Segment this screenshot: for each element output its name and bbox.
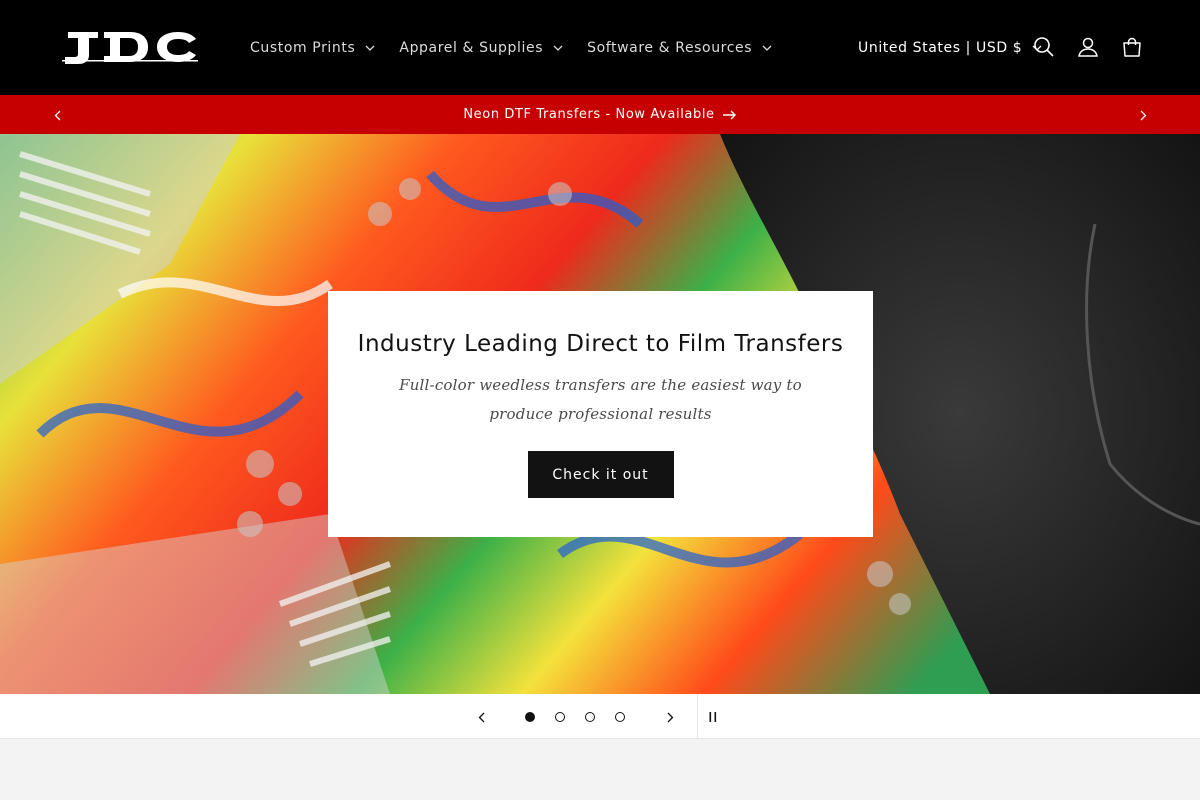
chevron-down-icon — [762, 45, 772, 51]
slide-next-button[interactable] — [658, 705, 682, 729]
announcement-next-button[interactable] — [1132, 104, 1154, 126]
chevron-down-icon — [365, 45, 375, 51]
arrow-right-icon — [722, 110, 736, 119]
main-nav: Custom Prints Apparel & Supplies Softwar… — [238, 0, 784, 95]
slide-prev-button[interactable] — [469, 705, 493, 729]
chevron-left-icon — [478, 712, 484, 722]
check-it-out-button[interactable]: Check it out — [527, 451, 674, 498]
chevron-right-icon — [1140, 110, 1146, 120]
announcement-link[interactable]: Neon DTF Transfers - Now Available — [0, 95, 1200, 134]
slide-dot-1[interactable] — [525, 712, 535, 722]
pause-icon — [709, 712, 717, 722]
chevron-down-icon — [553, 45, 563, 51]
search-icon — [1034, 37, 1054, 57]
nav-label: Software & Resources — [587, 39, 753, 56]
controls-divider — [697, 694, 698, 739]
account-button[interactable] — [1066, 25, 1110, 69]
nav-software-resources[interactable]: Software & Resources — [575, 40, 784, 56]
chevron-right-icon — [667, 712, 673, 722]
slide-dot-3[interactable] — [585, 712, 595, 722]
hero-subtitle: Full-color weedless transfers are the ea… — [399, 376, 802, 423]
slide-dot-4[interactable] — [615, 712, 625, 722]
announcement-text: Neon DTF Transfers - Now Available — [463, 107, 715, 122]
nav-label: Custom Prints — [250, 39, 356, 56]
slideshow-pause-button[interactable] — [701, 705, 725, 729]
hero-content-card: Industry Leading Direct to Film Transfer… — [328, 291, 873, 537]
slideshow-controls — [0, 694, 1200, 739]
hero-title: Industry Leading Direct to Film Transfer… — [357, 331, 844, 357]
nav-apparel-supplies[interactable]: Apparel & Supplies — [387, 40, 575, 56]
hero-slideshow: Industry Leading Direct to Film Transfer… — [0, 134, 1200, 694]
account-icon — [1078, 37, 1098, 57]
country-label: United States | USD $ — [858, 39, 1023, 56]
cart-icon — [1123, 37, 1141, 57]
site-header: Custom Prints Apparel & Supplies Softwar… — [0, 0, 1200, 95]
nav-label: Apparel & Supplies — [399, 39, 544, 56]
cart-button[interactable] — [1110, 25, 1154, 69]
page-content-area — [0, 740, 1200, 800]
search-button[interactable] — [1022, 25, 1066, 69]
announcement-bar: Neon DTF Transfers - Now Available — [0, 95, 1200, 134]
jdc-logo[interactable] — [62, 29, 198, 65]
slide-dot-2[interactable] — [555, 712, 565, 722]
nav-custom-prints[interactable]: Custom Prints — [238, 40, 387, 56]
